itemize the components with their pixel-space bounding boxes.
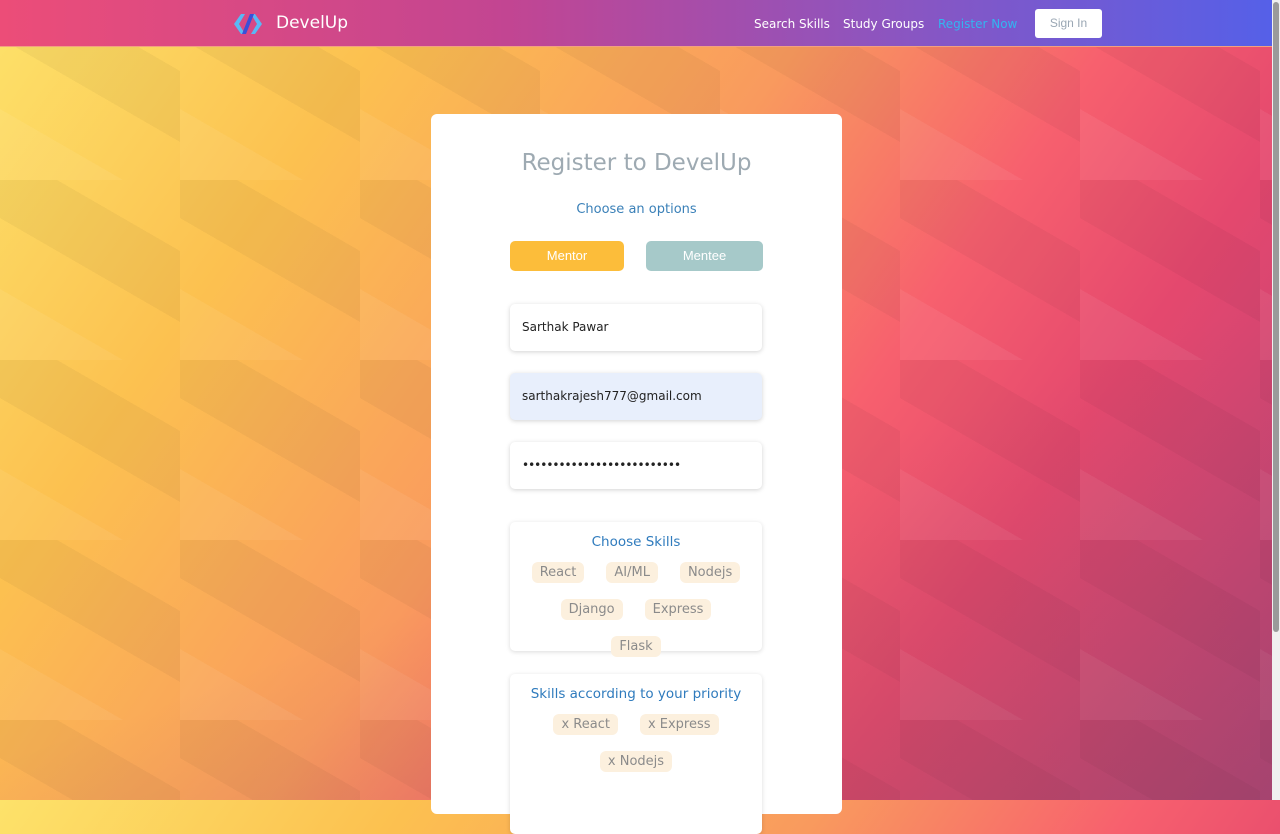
priority-skills-box: Skills according to your priority x Reac…: [510, 674, 762, 834]
choose-skills-box: Choose Skills React AI/ML Nodejs Django …: [510, 522, 762, 657]
skill-chip[interactable]: Django: [560, 599, 623, 620]
scrollbar[interactable]: [1272, 0, 1280, 800]
logo-icon: [234, 14, 262, 34]
email-input[interactable]: sarthakrajesh777@gmail.com: [510, 373, 762, 420]
skill-chip[interactable]: AI/ML: [606, 562, 658, 583]
priority-chip[interactable]: x Nodejs: [599, 751, 673, 772]
skill-chip[interactable]: Flask: [611, 636, 661, 657]
priority-heading: Skills according to your priority: [530, 686, 742, 702]
priority-chip[interactable]: x React: [553, 714, 618, 735]
mentor-button[interactable]: Mentor: [510, 241, 624, 271]
page-title: Register to DevelUp: [521, 150, 752, 176]
password-input[interactable]: ••••••••••••••••••••••••••: [510, 442, 762, 489]
brand-name[interactable]: DevelUp: [276, 13, 348, 33]
name-input[interactable]: Sarthak Pawar: [510, 304, 762, 351]
navbar: DevelUp Search Skills Study Groups Regis…: [0, 0, 1272, 47]
choose-skills-heading: Choose Skills: [591, 534, 681, 550]
nav-search-skills[interactable]: Search Skills: [754, 17, 830, 31]
options-label: Choose an options: [576, 202, 697, 217]
skill-chip[interactable]: Nodejs: [679, 562, 741, 583]
nav-study-groups[interactable]: Study Groups: [843, 17, 924, 31]
skill-chip[interactable]: Express: [644, 599, 712, 620]
skill-chip[interactable]: React: [531, 562, 585, 583]
mentee-button[interactable]: Mentee: [646, 241, 763, 271]
scrollbar-thumb[interactable]: [1273, 2, 1279, 632]
priority-chip[interactable]: x Express: [639, 714, 719, 735]
sign-in-button[interactable]: Sign In: [1035, 9, 1102, 38]
register-card: Register to DevelUp Choose an options Me…: [431, 114, 842, 834]
nav-register-now[interactable]: Register Now: [938, 17, 1017, 31]
